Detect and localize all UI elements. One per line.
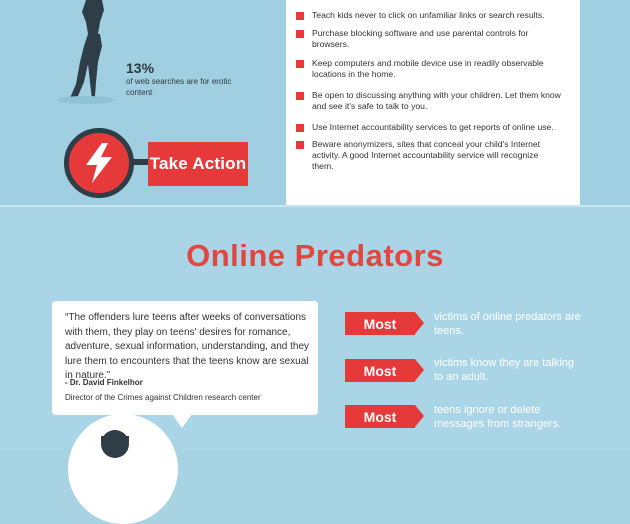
avatar — [68, 414, 178, 524]
quote-box: “The offenders lure teens after weeks of… — [52, 301, 318, 415]
woman-silhouette-icon — [58, 0, 114, 104]
tip-item: Teach kids never to click on unfamiliar … — [296, 10, 562, 21]
quote-tail — [172, 414, 192, 428]
bullet-square-icon — [296, 141, 304, 149]
bullet-square-icon — [296, 60, 304, 68]
tip-item: Be open to discussing anything with your… — [296, 90, 562, 112]
quote-text: “The offenders lure teens after weeks of… — [65, 312, 310, 381]
tip-text: Be open to discussing anything with your… — [312, 90, 561, 111]
take-action-label: Take Action — [148, 142, 248, 186]
stat-description: of web searches are for erotic content — [126, 77, 232, 97]
bullet-square-icon — [296, 124, 304, 132]
most-badge: Most — [345, 359, 424, 382]
lightning-bolt-icon — [64, 128, 134, 198]
tip-item: Beware anonymizers, sites that conceal y… — [296, 139, 562, 172]
tip-text: Beware anonymizers, sites that conceal y… — [312, 139, 541, 171]
tip-text: Purchase blocking software and use paren… — [312, 28, 529, 49]
quote-author: - Dr. David Finkelhor — [65, 378, 143, 387]
most-badge: Most — [345, 312, 424, 335]
tip-text: Use Internet accountability services to … — [312, 122, 554, 132]
quote-author-role: Director of the Crimes against Children … — [65, 393, 261, 402]
tips-card: Teach kids never to click on unfamiliar … — [286, 0, 580, 205]
bullet-square-icon — [296, 92, 304, 100]
tip-text: Teach kids never to click on unfamiliar … — [312, 10, 545, 20]
predator-stat-text: teens ignore or delete messages from str… — [434, 404, 562, 430]
lightning-bolt-glyph — [86, 143, 112, 183]
stat-percentage: 13% — [126, 60, 155, 76]
tip-text: Keep computers and mobile device use in … — [312, 58, 544, 79]
section-title: Online Predators — [186, 238, 444, 273]
most-badge: Most — [345, 405, 424, 428]
bullet-square-icon — [296, 30, 304, 38]
tip-item: Purchase blocking software and use paren… — [296, 28, 562, 50]
tip-item: Keep computers and mobile device use in … — [296, 58, 562, 80]
tip-item: Use Internet accountability services to … — [296, 122, 562, 133]
person-silhouette-icon — [101, 430, 129, 458]
predator-stat-text: victims of online predators are teens. — [434, 311, 581, 337]
bullet-square-icon — [296, 12, 304, 20]
predator-stat-text: victims know they are talking to an adul… — [434, 357, 574, 383]
